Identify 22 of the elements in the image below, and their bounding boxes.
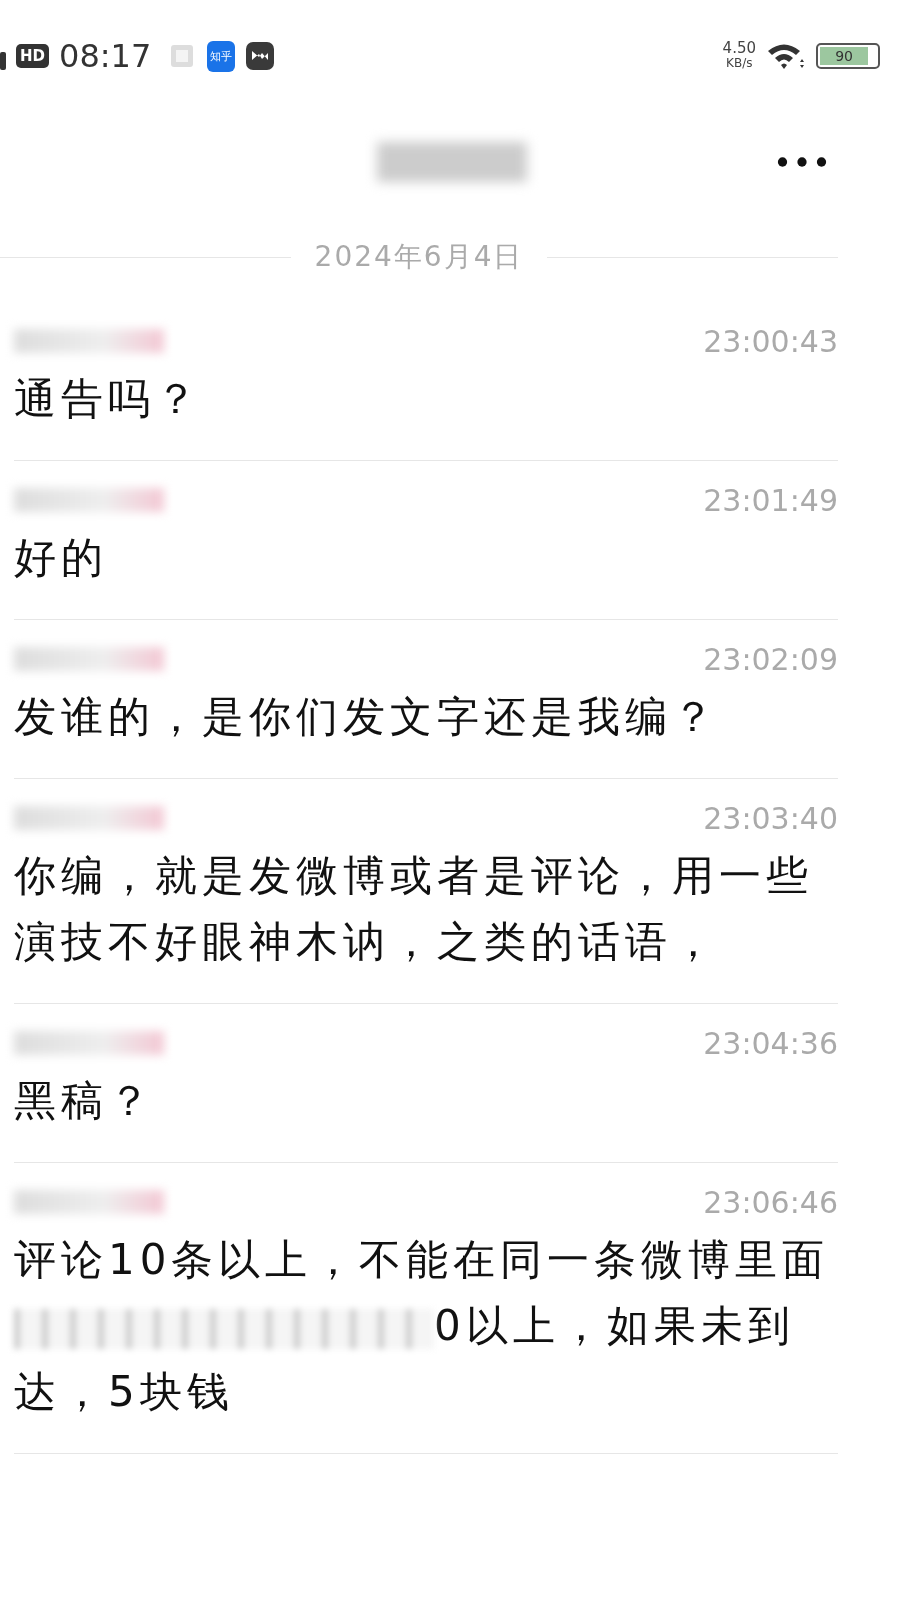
network-speed: 4.50 — [722, 41, 756, 56]
status-time: 08:17 — [59, 37, 152, 75]
app-badge: 知乎 — [207, 40, 236, 72]
message-text: 评论10条以上，不能在同一条微博里面 0以上，如果未到达，5块钱 — [14, 1234, 831, 1418]
message-time: 23:04:36 — [703, 1025, 838, 1061]
message-text: 发谁的，是你们发文字还是我编？ — [14, 691, 720, 743]
message-time: 23:00:43 — [703, 323, 838, 359]
message-time: 23:03:40 — [703, 800, 838, 836]
message-text: 你编，就是发微博或者是评论，用一些演技不好眼神木讷，之类的话语， — [14, 850, 814, 968]
hd-badge: HD — [16, 44, 49, 68]
message-time: 23:06:46 — [703, 1184, 838, 1220]
message-time: 23:01:49 — [703, 482, 838, 518]
more-icon[interactable] — [776, 155, 828, 169]
signal-icon — [0, 52, 6, 70]
message-text: 黑稿？ — [14, 1075, 156, 1127]
message-time: 23:02:09 — [703, 641, 838, 677]
date-divider: 2024年6月4日 — [314, 239, 524, 275]
speed-unit: KB/s — [726, 56, 753, 71]
app-icon — [245, 41, 276, 71]
battery-level: 90 — [820, 47, 869, 65]
message-text: 好的 — [14, 532, 109, 584]
message-text: 通告吗？ — [14, 373, 203, 425]
